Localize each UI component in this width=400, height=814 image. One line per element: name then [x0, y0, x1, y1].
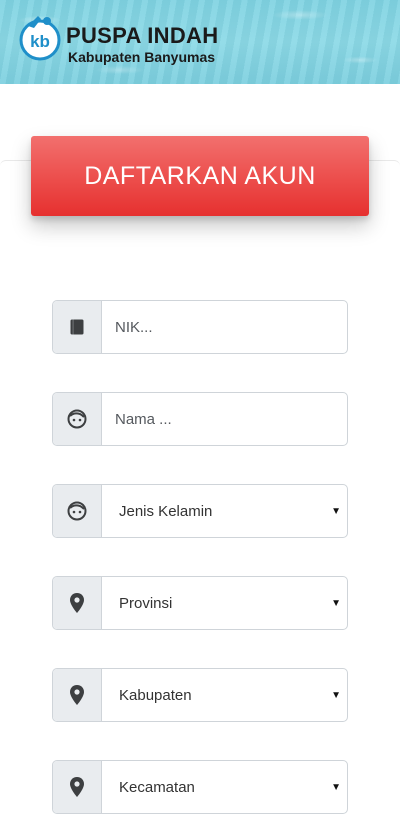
register-title-button[interactable]: DAFTARKAN AKUN: [31, 136, 369, 216]
chevron-down-icon: ▼: [331, 597, 341, 609]
kabupaten-value: Kabupaten: [119, 686, 192, 704]
kabupaten-field: Kabupaten ▼: [52, 668, 348, 722]
map-pin-icon: [70, 777, 84, 797]
face-icon: [67, 409, 87, 429]
brand-title: PUSPA INDAH: [66, 23, 219, 48]
chevron-down-icon: ▼: [331, 505, 341, 517]
kecamatan-select[interactable]: Kecamatan ▼: [102, 761, 347, 813]
kb-logo-icon: kb: [19, 16, 61, 61]
kabupaten-addon: [53, 669, 102, 721]
map-pin-icon: [70, 685, 84, 705]
nama-input[interactable]: [102, 393, 347, 445]
jenis-kelamin-addon: [53, 485, 102, 537]
kecamatan-addon: [53, 761, 102, 813]
provinsi-addon: [53, 577, 102, 629]
provinsi-select[interactable]: Provinsi ▼: [102, 577, 347, 629]
nik-input[interactable]: [102, 301, 347, 353]
kecamatan-value: Kecamatan: [119, 778, 195, 796]
provinsi-field: Provinsi ▼: [52, 576, 348, 630]
book-icon: [70, 319, 84, 335]
chevron-down-icon: ▼: [331, 689, 341, 701]
nik-addon: [53, 301, 102, 353]
jenis-kelamin-field: Jenis Kelamin ▼: [52, 484, 348, 538]
map-pin-icon: [70, 593, 84, 613]
face-icon: [67, 501, 87, 521]
kabupaten-select[interactable]: Kabupaten ▼: [102, 669, 347, 721]
nama-addon: [53, 393, 102, 445]
nik-field: [52, 300, 348, 354]
brand-subtitle: Kabupaten Banyumas: [68, 49, 216, 65]
header-banner: kb PUSPA INDAH Kabupaten Banyumas: [0, 0, 400, 84]
jenis-kelamin-select[interactable]: Jenis Kelamin ▼: [102, 485, 347, 537]
jenis-kelamin-value: Jenis Kelamin: [119, 502, 213, 520]
nama-field: [52, 392, 348, 446]
provinsi-value: Provinsi: [119, 594, 173, 612]
svg-text:kb: kb: [30, 32, 50, 51]
chevron-down-icon: ▼: [331, 781, 341, 793]
kecamatan-field: Kecamatan ▼: [52, 760, 348, 814]
